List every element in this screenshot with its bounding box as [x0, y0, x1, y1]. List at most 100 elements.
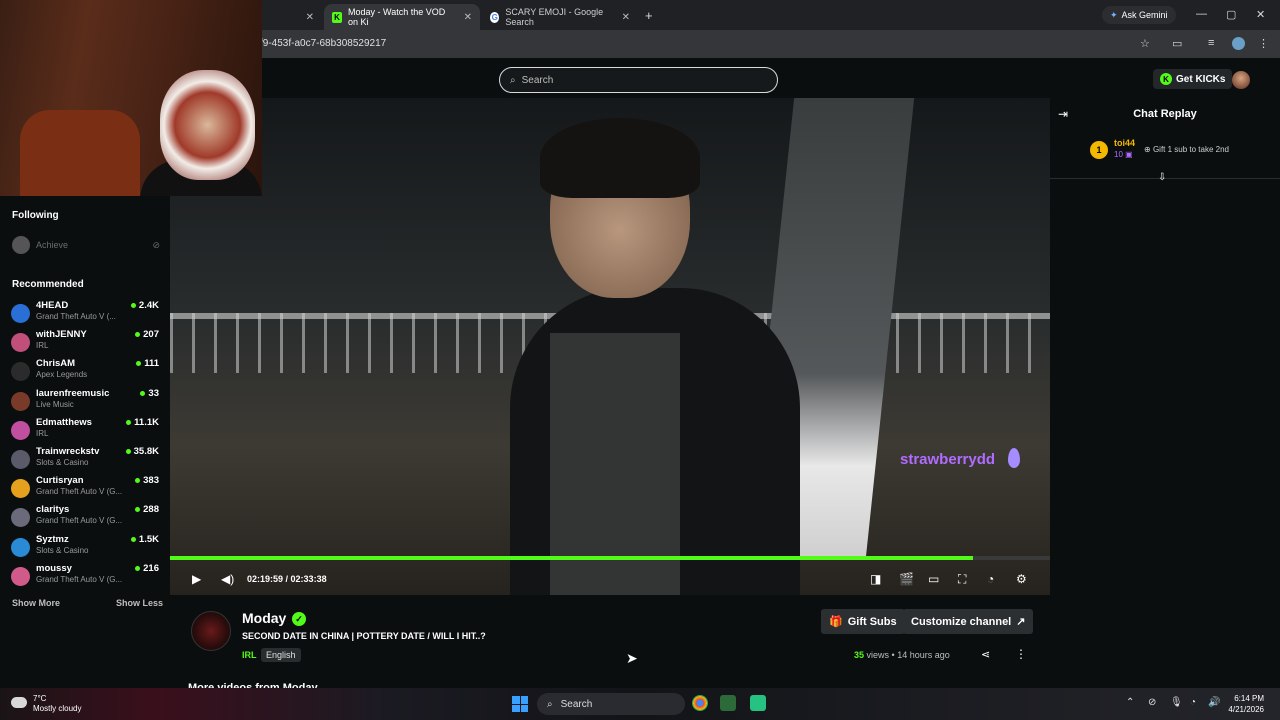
channel-info: Moday ✓ SECOND DATE IN CHINA | POTTERY D…: [170, 600, 1050, 688]
gemini-icon: ✦: [1110, 9, 1118, 20]
theater-mode-icon[interactable]: ▭: [928, 572, 939, 586]
close-tab-icon[interactable]: ✕: [306, 12, 314, 23]
chrome-app-icon[interactable]: [692, 695, 708, 711]
user-avatar[interactable]: [1232, 71, 1250, 89]
show-more-button[interactable]: Show More: [12, 598, 60, 608]
kicks-coin-icon: K: [1160, 73, 1172, 85]
search-input[interactable]: ⌕ Search: [499, 67, 778, 93]
show-less-button[interactable]: Show Less: [116, 598, 163, 608]
clip-icon[interactable]: 🎬: [899, 572, 914, 586]
viewer-count: 35.8K: [125, 446, 159, 457]
tray-chevron-icon[interactable]: ⌃: [1126, 697, 1134, 708]
viewer-count: 2.4K: [130, 300, 159, 311]
browser-tab-kick[interactable]: K Moday - Watch the VOD on Ki ✕: [324, 4, 480, 30]
network-icon[interactable]: ⊘: [1148, 697, 1156, 708]
video-player[interactable]: strawberrydd: [170, 98, 1050, 595]
expand-leaderboard-icon[interactable]: ⇩: [1158, 172, 1166, 183]
settings-gear-icon[interactable]: ⚙: [1016, 572, 1027, 586]
sidebar-item-moussy[interactable]: moussy Grand Theft Auto V (G... 216: [11, 563, 159, 591]
customize-channel-button[interactable]: Customize channel ↗: [903, 609, 1034, 634]
channel-name: laurenfreemusic: [36, 387, 110, 399]
viewer-count-value: 216: [143, 562, 159, 574]
following-item[interactable]: Achieve ⊘: [12, 236, 160, 254]
sidebar-item-edmatthews[interactable]: Edmatthews IRL 11.1K: [11, 417, 159, 445]
sidebar-item-withjenny[interactable]: withJENNY IRL 207: [11, 329, 159, 357]
gift-leaderboard-item[interactable]: 1 toi44 10 ▣ ⊕ Gift 1 sub to take 2nd: [1090, 138, 1270, 168]
viewer-count: 288: [135, 504, 159, 515]
speaker-icon[interactable]: 🔊: [1208, 697, 1220, 708]
viewer-count-value: 1.5K: [138, 533, 159, 545]
following-name: Achieve: [36, 240, 69, 250]
overlay-drop-icon: [1008, 448, 1020, 468]
speed-icon[interactable]: ◔: [987, 572, 994, 586]
playback-time: 02:19:59 / 02:33:38: [247, 574, 327, 584]
views-label: views: [866, 650, 890, 660]
live-dot-icon: [135, 332, 141, 338]
app-icon[interactable]: [750, 695, 766, 711]
close-tab-icon[interactable]: ✕: [622, 12, 630, 23]
fullscreen-icon[interactable]: ⛶: [958, 572, 966, 587]
volume-icon[interactable]: ◀): [221, 572, 234, 586]
url-text[interactable]: f9-453f-a0c7-68b308529217: [260, 38, 386, 49]
new-tab-icon[interactable]: +: [645, 8, 653, 23]
channel-name: moussy: [36, 562, 72, 574]
chat-panel: ⇥ Chat Replay 1 toi44 10 ▣ ⊕ Gift 1 sub …: [1050, 98, 1280, 688]
channel-name: withJENNY: [36, 329, 87, 341]
media-icon[interactable]: ≡: [1208, 37, 1214, 49]
miniplayer-icon[interactable]: ◨: [870, 572, 881, 586]
start-button[interactable]: [512, 696, 528, 712]
gift-subs-button[interactable]: 🎁 Gift Subs: [821, 609, 905, 634]
gift-count: 10 ▣: [1114, 150, 1133, 159]
share-icon[interactable]: ⋖: [981, 648, 990, 661]
category-link[interactable]: IRL: [242, 650, 257, 660]
chrome-menu-icon[interactable]: ⋮: [1258, 37, 1269, 50]
windows-taskbar: 7°C Mostly cloudy ⌕ Search ⌃ ⊘ 🎙 ◔ 🔊 6:1…: [0, 688, 1280, 720]
close-tab-icon[interactable]: ✕: [464, 12, 472, 23]
live-dot-icon: [130, 303, 136, 308]
taskbar-clock[interactable]: 6:14 PM 4/21/2026: [1220, 693, 1264, 715]
viewer-count: 111: [136, 358, 159, 369]
cast-icon[interactable]: ▭: [1172, 37, 1182, 50]
seek-bar[interactable]: [170, 556, 1050, 560]
sidebar-item-4head[interactable]: 4HEAD Grand Theft Auto V (... 2.4K: [11, 300, 159, 328]
channel-name: Trainwreckstv: [36, 446, 100, 457]
sidebar-item-claritys[interactable]: claritys Grand Theft Auto V (G... 288: [11, 504, 159, 532]
wifi-icon[interactable]: ◔: [1190, 697, 1196, 708]
viewer-count: 11.1K: [126, 417, 159, 428]
search-placeholder: Search: [521, 74, 554, 86]
sidebar-item-chrisam[interactable]: ChrisAM Apex Legends 111: [11, 358, 159, 386]
ask-gemini-button[interactable]: ✦ Ask Gemini: [1102, 6, 1176, 24]
video-subject: [510, 118, 800, 595]
play-icon[interactable]: ▶: [192, 572, 201, 586]
browser-tab-previous[interactable]: ✕: [262, 4, 322, 30]
get-kicks-button[interactable]: K Get KICKs: [1153, 69, 1233, 89]
weather-condition: Mostly cloudy: [33, 704, 82, 713]
minimize-icon[interactable]: —: [1196, 8, 1207, 20]
weather-widget[interactable]: 7°C Mostly cloudy: [33, 694, 81, 714]
channel-name[interactable]: Moday: [242, 610, 286, 626]
language-tag[interactable]: English: [261, 648, 301, 662]
sidebar-item-syztmz[interactable]: Syztmz Slots & Casino 1.5K: [11, 534, 159, 562]
avatar: [11, 362, 30, 382]
sidebar-item-curtisryan[interactable]: Curtisryan Grand Theft Auto V (G... 383: [11, 475, 159, 503]
channel-category: IRL: [36, 428, 49, 438]
gift-subs-label: Gift Subs: [847, 615, 897, 628]
viewer-count: 383: [135, 475, 159, 486]
microphone-icon[interactable]: 🎙: [1170, 697, 1183, 708]
channel-category: Grand Theft Auto V (G...: [36, 516, 123, 526]
channel-avatar[interactable]: [191, 611, 231, 651]
sidebar-item-trainwreckstv[interactable]: Trainwreckstv Slots & Casino 35.8K: [11, 446, 159, 474]
maximize-icon[interactable]: ▢: [1226, 8, 1236, 21]
taskbar-search[interactable]: ⌕ Search: [537, 693, 685, 715]
app-icon[interactable]: [720, 695, 736, 711]
kick-favicon-icon: K: [332, 11, 343, 23]
avatar: [11, 333, 30, 353]
profile-avatar[interactable]: [1232, 37, 1245, 50]
window-close-icon[interactable]: ✕: [1256, 8, 1265, 21]
bookmark-star-icon[interactable]: ☆: [1140, 37, 1150, 50]
gift-icon: 🎁: [829, 616, 843, 628]
more-options-icon[interactable]: ⋮: [1015, 647, 1027, 661]
browser-tab-google[interactable]: G SCARY EMOJI - Google Search ✕: [482, 4, 638, 30]
sidebar-item-laurenfreemusic[interactable]: laurenfreemusic Live Music 33: [11, 388, 159, 416]
avatar: [12, 236, 30, 254]
